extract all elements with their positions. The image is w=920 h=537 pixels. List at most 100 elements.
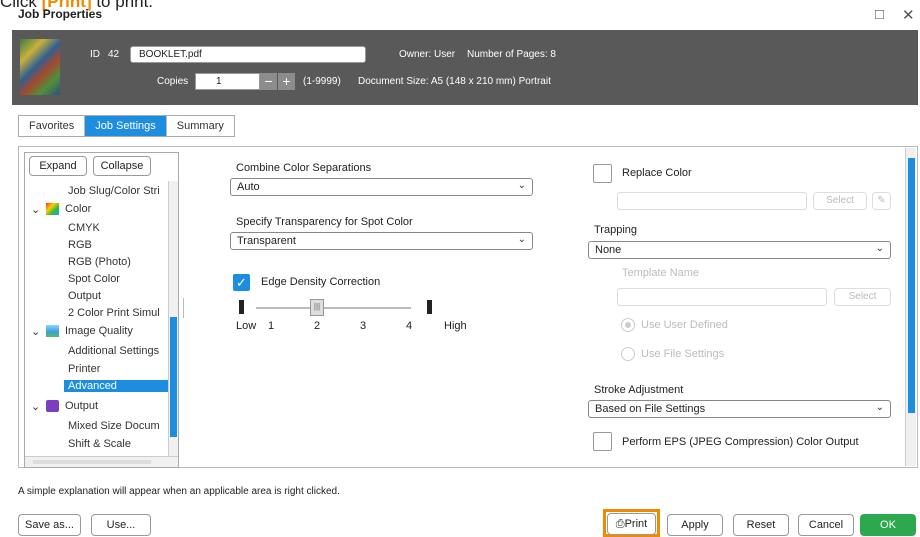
use-user-defined-radio[interactable] [621, 318, 635, 332]
edge-density-slider[interactable]: ||| Low 1 2 3 4 High [236, 298, 467, 338]
tab-summary[interactable]: Summary [167, 116, 234, 136]
tab-favorites[interactable]: Favorites [19, 116, 86, 136]
collapse-button[interactable]: Collapse [93, 156, 151, 176]
replace-color-field[interactable] [617, 192, 807, 210]
slider-handle[interactable]: ||| [310, 299, 324, 316]
tree-item-job-slug[interactable]: Job Slug/Color Stri [68, 185, 160, 197]
transparency-label: Specify Transparency for Spot Color [236, 216, 413, 228]
low-icon [239, 300, 244, 314]
trapping-label: Trapping [594, 224, 638, 236]
slider-tick: 1 [268, 320, 275, 332]
tree-item-cmyk[interactable]: CMYK [68, 222, 100, 234]
chevron-down-icon: ⌄ [875, 402, 884, 413]
slider-high-label: High [444, 320, 467, 332]
tree-hscrollbar[interactable] [25, 456, 178, 467]
tree-item-image-quality[interactable]: Image Quality [65, 325, 133, 337]
apply-button[interactable]: Apply [667, 514, 723, 536]
slider-tick: 3 [360, 320, 367, 332]
stroke-adjustment-value: Based on File Settings [595, 403, 706, 415]
copies-range: (1-9999) [303, 76, 341, 87]
tree-item-printer[interactable]: Printer [68, 363, 100, 375]
tab-bar: Favorites Job Settings Summary [18, 115, 235, 137]
owner-text: Owner: User [399, 49, 456, 60]
chevron-down-icon[interactable]: ⌄ [31, 400, 40, 413]
expand-button[interactable]: Expand [29, 156, 87, 176]
file-name-field[interactable]: BOOKLET.pdf [130, 46, 366, 63]
tree-item-spot-color[interactable]: Spot Color [68, 273, 120, 285]
close-icon[interactable]: ✕ [902, 6, 915, 24]
use-user-defined-label: Use User Defined [641, 319, 728, 331]
template-select-button[interactable]: Select [834, 288, 891, 306]
edge-density-label: Edge Density Correction [261, 276, 381, 288]
eps-output-checkbox[interactable] [593, 432, 612, 451]
id-label: ID [90, 49, 100, 60]
document-size-text: Document Size: A5 (148 x 210 mm) Portrai… [358, 76, 551, 87]
window-title: Job Properties [18, 7, 103, 21]
stroke-adjustment-select[interactable]: Based on File Settings ⌄ [588, 400, 891, 418]
tree-item-additional-settings[interactable]: Additional Settings [68, 345, 159, 357]
tree-item-color[interactable]: Color [65, 203, 91, 215]
ok-button[interactable]: OK [860, 514, 916, 536]
transparency-value: Transparent [237, 235, 296, 247]
slider-low-label: Low [236, 320, 257, 332]
combine-separations-select[interactable]: Auto ⌄ [230, 178, 533, 196]
replace-select-button[interactable]: Select [813, 192, 867, 210]
chevron-down-icon: ⌄ [517, 234, 526, 245]
output-icon [46, 400, 59, 412]
id-value: 42 [108, 49, 120, 60]
tree-item-advanced[interactable]: Advanced [64, 380, 169, 392]
image-quality-icon [46, 325, 59, 337]
tree-item-shift-scale[interactable]: Shift & Scale [68, 438, 131, 450]
combine-separations-label: Combine Color Separations [236, 162, 372, 174]
replace-color-checkbox[interactable] [593, 164, 612, 183]
tree-scrollbar-thumb[interactable] [170, 317, 177, 437]
tree-item-mixed-size[interactable]: Mixed Size Docum [68, 420, 160, 432]
reset-button[interactable]: Reset [733, 514, 789, 536]
chevron-down-icon: ⌄ [517, 180, 526, 191]
template-name-field[interactable] [617, 288, 827, 306]
high-icon [427, 300, 432, 314]
main-scrollbar[interactable] [905, 148, 916, 466]
transparency-select[interactable]: Transparent ⌄ [230, 232, 533, 250]
save-as-button[interactable]: Save as... [18, 514, 81, 536]
color-icon [46, 203, 59, 215]
divider [183, 298, 184, 318]
tree-scrollbar[interactable] [168, 181, 178, 457]
copies-label: Copies [157, 76, 189, 87]
tree-item-rgb[interactable]: RGB [68, 239, 92, 251]
slider-track [256, 307, 411, 309]
chevron-down-icon[interactable]: ⌄ [31, 203, 40, 216]
cancel-button[interactable]: Cancel [798, 514, 854, 536]
tab-job-settings[interactable]: Job Settings [85, 116, 167, 136]
status-text: A simple explanation will appear when an… [18, 486, 340, 497]
chevron-down-icon[interactable]: ⌄ [31, 325, 40, 338]
stroke-adjustment-label: Stroke Adjustment [594, 384, 684, 396]
combine-separations-value: Auto [237, 181, 260, 193]
edge-density-checkbox[interactable]: ✓ [233, 274, 250, 291]
pencil-icon[interactable]: ✎ [872, 192, 891, 210]
copies-increment-button[interactable]: + [278, 73, 295, 90]
eps-output-label: Perform EPS (JPEG Compression) Color Out… [622, 436, 859, 448]
use-button[interactable]: Use... [91, 514, 151, 536]
tree-item-rgb-photo[interactable]: RGB (Photo) [68, 256, 131, 268]
tree-item-color-output[interactable]: Output [68, 290, 101, 302]
use-file-settings-label: Use File Settings [641, 348, 725, 360]
slider-tick: 4 [406, 320, 413, 332]
template-name-label: Template Name [622, 267, 700, 279]
main-scrollbar-thumb[interactable] [908, 158, 915, 413]
copies-input[interactable]: 1 [195, 73, 260, 90]
maximize-icon[interactable]: □ [875, 6, 884, 23]
copies-decrement-button[interactable]: − [260, 73, 277, 90]
print-button[interactable]: ⎙Print [607, 513, 656, 535]
trapping-value: None [595, 244, 622, 256]
chevron-down-icon: ⌄ [875, 243, 884, 254]
use-file-settings-radio[interactable] [621, 347, 635, 361]
job-header: ID 42 BOOKLET.pdf Owner: User Number of … [12, 30, 918, 105]
replace-color-label: Replace Color [622, 167, 692, 179]
trapping-select[interactable]: None ⌄ [588, 241, 891, 259]
tree-item-2-color-print[interactable]: 2 Color Print Simul [68, 307, 160, 319]
print-label: Print [624, 518, 648, 530]
tree-item-output[interactable]: Output [65, 400, 98, 412]
printer-icon: ⎙ [615, 518, 625, 530]
document-thumbnail [20, 39, 60, 95]
